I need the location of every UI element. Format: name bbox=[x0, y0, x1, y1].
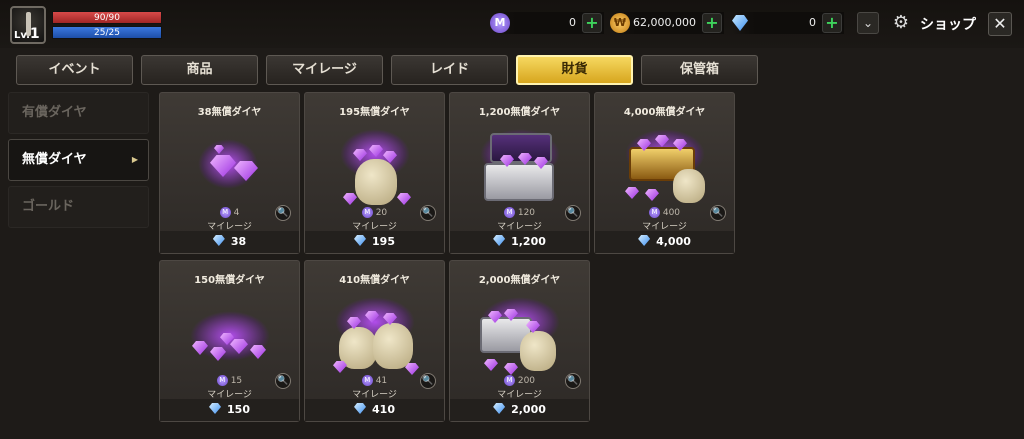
product-name: 410無償ダイヤ bbox=[339, 275, 410, 286]
zoom-icon[interactable]: 🔍 bbox=[710, 205, 726, 221]
arrow-right-icon: ▶ bbox=[131, 155, 138, 164]
tab-products[interactable]: 商品 bbox=[141, 55, 258, 85]
diamond-icon bbox=[354, 403, 367, 414]
product-card[interactable]: 150無償ダイヤ M 15 マイレージ 🔍 150 bbox=[159, 260, 300, 422]
player-avatar[interactable]: Lv.1 bbox=[10, 6, 46, 44]
zoom-icon[interactable]: 🔍 bbox=[565, 373, 581, 389]
sidebar-item-paid-diamond[interactable]: 有償ダイヤ bbox=[8, 92, 149, 134]
price-button[interactable]: 2,000 bbox=[450, 399, 589, 421]
product-card[interactable]: 2,000無償ダイヤ M 200 マイレージ 🔍 2,000 bbox=[449, 260, 590, 422]
chest-and-bags-icon bbox=[470, 297, 570, 377]
zoom-icon[interactable]: 🔍 bbox=[275, 205, 291, 221]
mileage-currency: M 0 + bbox=[490, 12, 604, 34]
gold-chest-icon bbox=[615, 129, 715, 209]
diamond-icon bbox=[212, 235, 225, 246]
price-button[interactable]: 38 bbox=[160, 231, 299, 253]
tab-event[interactable]: イベント bbox=[16, 55, 133, 85]
zoom-icon[interactable]: 🔍 bbox=[565, 205, 581, 221]
mileage-icon: M bbox=[503, 207, 515, 218]
top-bar: Lv.1 90/90 25/25 M 0 + ₩ 62,000,000 + 0 … bbox=[0, 0, 1024, 48]
product-name: 38無償ダイヤ bbox=[197, 107, 262, 118]
player-level: Lv.1 bbox=[14, 26, 40, 42]
price-button[interactable]: 410 bbox=[305, 399, 444, 421]
diamond-bag-icon bbox=[325, 129, 425, 209]
mileage-value: 0 bbox=[569, 16, 576, 29]
price-button[interactable]: 1,200 bbox=[450, 231, 589, 253]
gold-coin-icon: ₩ bbox=[610, 13, 630, 33]
category-tabs: イベント 商品 マイレージ レイド 財貨 保管箱 bbox=[16, 55, 776, 85]
diamond-gems-icon bbox=[180, 129, 280, 209]
product-card[interactable]: 38無償ダイヤ M 4 マイレージ 🔍 38 bbox=[159, 92, 300, 254]
product-card[interactable]: 410無償ダイヤ M 41 マイレージ 🔍 410 bbox=[304, 260, 445, 422]
price-button[interactable]: 4,000 bbox=[595, 231, 734, 253]
tab-mileage[interactable]: マイレージ bbox=[266, 55, 383, 85]
tab-currency[interactable]: 財貨 bbox=[516, 55, 633, 85]
diamond-icon bbox=[493, 235, 506, 246]
diamond-icon bbox=[209, 403, 222, 414]
hp-bar: 90/90 bbox=[52, 11, 162, 24]
zoom-icon[interactable]: 🔍 bbox=[275, 373, 291, 389]
zoom-icon[interactable]: 🔍 bbox=[420, 205, 436, 221]
product-name: 150無償ダイヤ bbox=[194, 275, 265, 286]
product-name: 2,000無償ダイヤ bbox=[478, 275, 561, 286]
add-mileage-button[interactable]: + bbox=[582, 13, 602, 33]
shop-icon: ⚙ bbox=[892, 12, 910, 33]
mileage-icon: M bbox=[216, 375, 228, 386]
close-button[interactable]: ✕ bbox=[988, 12, 1012, 36]
tab-storage[interactable]: 保管箱 bbox=[641, 55, 758, 85]
mileage-icon: M bbox=[361, 375, 373, 386]
page-title: ショップ bbox=[920, 17, 976, 33]
add-diamond-button[interactable]: + bbox=[822, 13, 842, 33]
mileage-icon: M bbox=[648, 207, 660, 218]
gold-currency: ₩ 62,000,000 + bbox=[610, 12, 724, 34]
mileage-icon: M bbox=[490, 13, 510, 33]
product-name: 4,000無償ダイヤ bbox=[623, 107, 706, 118]
zoom-icon[interactable]: 🔍 bbox=[420, 373, 436, 389]
diamond-icon bbox=[730, 13, 750, 33]
product-card[interactable]: 195無償ダイヤ M 20 マイレージ 🔍 195 bbox=[304, 92, 445, 254]
mileage-icon: M bbox=[361, 207, 373, 218]
tab-raid[interactable]: レイド bbox=[391, 55, 508, 85]
price-button[interactable]: 150 bbox=[160, 399, 299, 421]
product-name: 1,200無償ダイヤ bbox=[478, 107, 561, 118]
mileage-icon: M bbox=[219, 207, 231, 218]
product-name: 195無償ダイヤ bbox=[339, 107, 410, 118]
diamond-icon bbox=[354, 235, 367, 246]
diamond-bags-icon bbox=[325, 297, 425, 377]
product-card[interactable]: 1,200無償ダイヤ M 120 マイレージ 🔍 1,200 bbox=[449, 92, 590, 254]
sidebar-item-gold[interactable]: ゴールド bbox=[8, 186, 149, 228]
add-gold-button[interactable]: + bbox=[702, 13, 722, 33]
mileage-icon: M bbox=[503, 375, 515, 386]
diamond-icon bbox=[493, 403, 506, 414]
diamond-pile-icon bbox=[180, 297, 280, 377]
silver-chest-icon bbox=[470, 129, 570, 209]
diamond-value: 0 bbox=[809, 16, 816, 29]
mp-bar: 25/25 bbox=[52, 26, 162, 39]
product-card[interactable]: 4,000無償ダイヤ M 400 マイレージ 🔍 4,000 bbox=[594, 92, 735, 254]
diamond-currency: 0 + bbox=[732, 12, 844, 34]
diamond-icon bbox=[638, 235, 651, 246]
gold-value: 62,000,000 bbox=[633, 16, 696, 29]
price-button[interactable]: 195 bbox=[305, 231, 444, 253]
sidebar-item-free-diamond[interactable]: 無償ダイヤ ▶ bbox=[8, 139, 149, 181]
chevron-down-icon[interactable]: ⌄ bbox=[857, 12, 879, 34]
